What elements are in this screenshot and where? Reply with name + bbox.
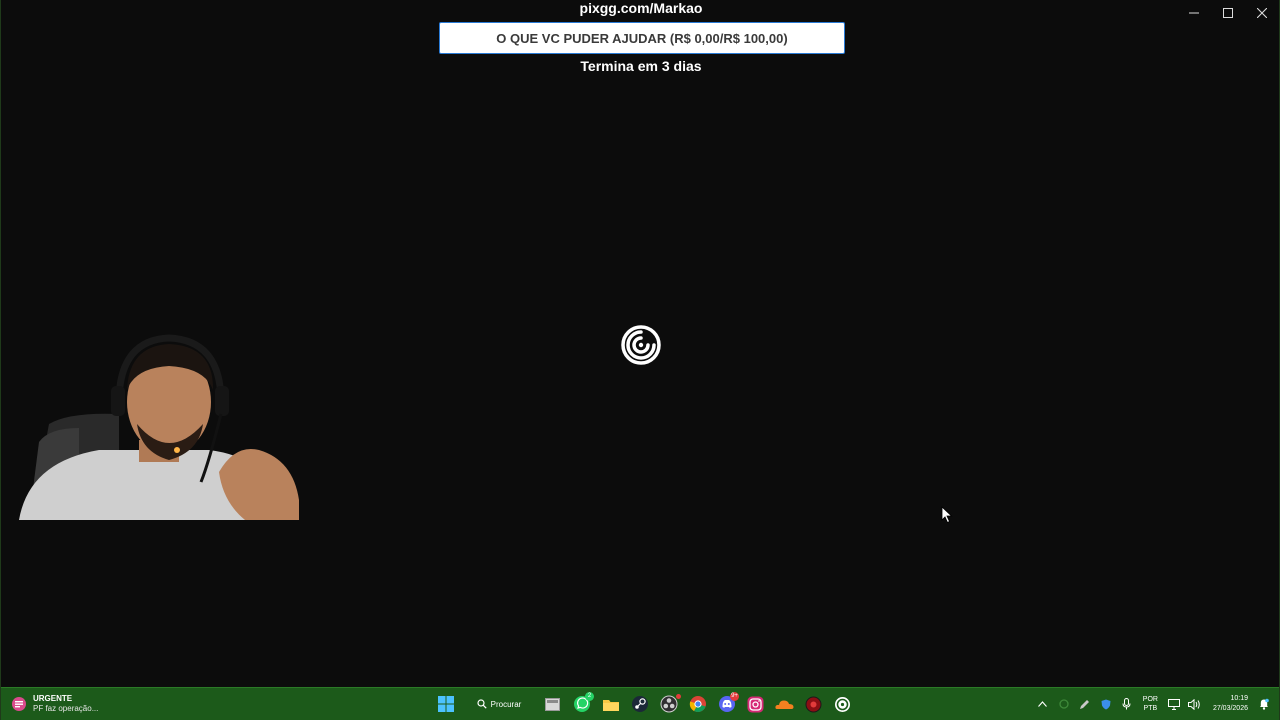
donation-goal-deadline: Termina em 3 dias <box>580 58 702 74</box>
microphone-icon <box>1122 698 1131 710</box>
show-hidden-icons-button[interactable] <box>1034 691 1052 717</box>
task-view-icon <box>545 697 560 711</box>
taskbar-app-chrome[interactable] <box>683 691 712 717</box>
news-subtitle: PF faz operação... <box>33 704 99 713</box>
screen: pixgg.com/Markao O QUE VC PUDER AJUDAR (… <box>0 0 1280 720</box>
taskbar-app-steam[interactable] <box>625 691 654 717</box>
tray-circle-icon <box>1059 699 1069 709</box>
close-icon <box>1257 8 1267 18</box>
start-button[interactable] <box>431 691 460 717</box>
search-button[interactable]: Procurar <box>466 693 532 715</box>
network-icon <box>1167 698 1180 710</box>
shield-icon <box>1101 699 1111 709</box>
search-icon <box>477 699 487 709</box>
pen-icon <box>1080 699 1090 709</box>
obs-recording-dot <box>676 694 681 699</box>
taskbar-app-discord[interactable]: 9+ <box>712 691 741 717</box>
chevron-up-icon <box>1038 701 1048 707</box>
notifications-button[interactable] <box>1255 691 1273 717</box>
red-app-icon <box>805 696 822 712</box>
taskbar-app-red[interactable] <box>799 691 828 717</box>
taskbar-app-file-explorer[interactable] <box>596 691 625 717</box>
language-top: POR <box>1142 696 1158 703</box>
donation-url: pixgg.com/Markao <box>579 0 703 16</box>
taskbar: URGENTE PF faz operação... Procurar 2 9+… <box>1 687 1279 720</box>
taskbar-app-cloud[interactable] <box>770 691 799 717</box>
donation-goal-text: O QUE VC PUDER AJUDAR (R$ 0,00/R$ 100,00… <box>496 30 788 46</box>
news-widget[interactable]: URGENTE PF faz operação... <box>11 691 98 717</box>
minimize-button[interactable] <box>1177 0 1211 26</box>
search-label: Procurar <box>490 699 522 709</box>
whatsapp-badge: 2 <box>585 692 594 701</box>
maximize-icon <box>1223 8 1233 18</box>
donation-goal-bar: O QUE VC PUDER AJUDAR (R$ 0,00/R$ 100,00… <box>439 22 845 54</box>
system-tray: POR PTB 10:19 27/03/2026 <box>1034 691 1273 717</box>
news-widget-icon <box>12 697 26 711</box>
webcam-feed <box>9 332 299 520</box>
bell-icon <box>1260 698 1269 710</box>
clock[interactable]: 10:19 27/03/2026 <box>1213 694 1248 714</box>
close-button[interactable] <box>1245 0 1279 26</box>
language-bottom: PTB <box>1143 705 1158 712</box>
tray-app-3[interactable] <box>1097 691 1115 717</box>
obs-icon <box>660 695 677 713</box>
ubisoft-swirl-icon <box>621 325 661 365</box>
window-controls <box>1177 0 1279 26</box>
ubisoft-connect-icon <box>835 696 850 712</box>
cloud-app-icon <box>775 700 794 709</box>
instagram-icon <box>747 696 764 712</box>
steam-icon <box>631 696 648 712</box>
volume-button[interactable] <box>1186 691 1204 717</box>
task-view-button[interactable] <box>538 691 567 717</box>
taskbar-app-instagram[interactable] <box>741 691 770 717</box>
speaker-icon <box>1188 698 1201 710</box>
minimize-icon <box>1189 12 1199 14</box>
chrome-icon <box>689 696 706 713</box>
microphone-button[interactable] <box>1118 691 1136 717</box>
taskbar-app-obs[interactable] <box>654 691 683 717</box>
news-title: URGENTE <box>33 694 73 703</box>
maximize-button[interactable] <box>1211 0 1245 26</box>
tray-app-1[interactable] <box>1055 691 1073 717</box>
discord-badge: 9+ <box>730 692 739 701</box>
taskbar-apps: Procurar 2 9+ <box>431 691 857 717</box>
tray-app-2[interactable] <box>1076 691 1094 717</box>
file-explorer-icon <box>602 699 619 711</box>
clock-time: 10:19 <box>1230 695 1248 702</box>
language-indicator[interactable]: POR PTB <box>1143 695 1158 713</box>
taskbar-app-whatsapp[interactable]: 2 <box>567 691 596 717</box>
mouse-cursor-icon <box>941 506 953 524</box>
taskbar-app-ubisoft-connect[interactable] <box>828 691 857 717</box>
windows-start-icon <box>437 696 454 712</box>
network-button[interactable] <box>1165 691 1183 717</box>
clock-date: 27/03/2026 <box>1212 705 1248 712</box>
